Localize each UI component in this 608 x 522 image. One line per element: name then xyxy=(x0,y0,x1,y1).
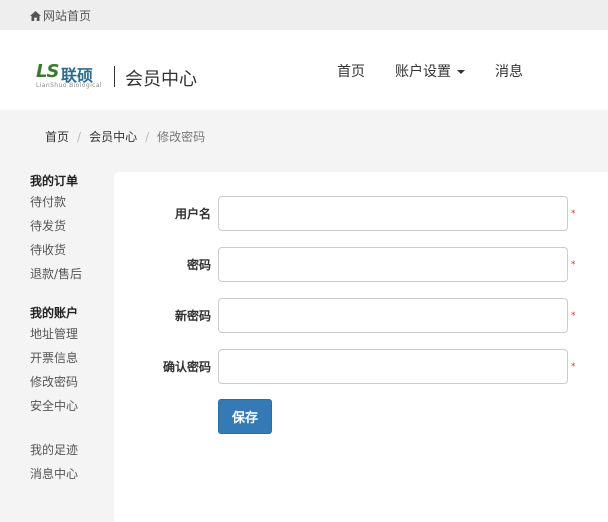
logo[interactable]: LS 联硕 LianShuo Biological xyxy=(36,61,106,89)
breadcrumb-current: 修改密码 xyxy=(157,130,206,144)
home-link[interactable]: 网站首页 xyxy=(30,7,91,24)
nav-home[interactable]: 首页 xyxy=(337,61,365,81)
required-mark: * xyxy=(571,260,576,270)
sidebar-item-change-password[interactable]: 修改密码 xyxy=(30,370,78,394)
required-mark: * xyxy=(571,209,576,219)
sidebar-group-account: 我的账户 地址管理 开票信息 修改密码 安全中心 xyxy=(30,304,78,418)
breadcrumb-member-center[interactable]: 会员中心 xyxy=(89,128,137,145)
header-divider xyxy=(114,66,115,87)
sidebar-item-message-center[interactable]: 消息中心 xyxy=(30,462,78,486)
breadcrumb: 首页 / 会员中心 / 修改密码 xyxy=(0,110,608,162)
required-mark: * xyxy=(571,362,576,372)
username-field[interactable] xyxy=(218,196,568,231)
username-label: 用户名 xyxy=(174,207,211,221)
sidebar-item-refunds[interactable]: 退款/售后 xyxy=(30,262,82,286)
required-mark: * xyxy=(571,311,576,321)
home-icon xyxy=(30,10,41,21)
new-password-field[interactable] xyxy=(218,298,568,333)
sidebar-item-pending-receipt[interactable]: 待收货 xyxy=(30,238,82,262)
sidebar-heading-account: 我的账户 xyxy=(30,306,79,320)
form-row-username: 用户名 * xyxy=(114,196,608,232)
nav-messages[interactable]: 消息 xyxy=(495,61,523,81)
form-row-confirm-password: 确认密码 * xyxy=(114,349,608,385)
page-title: 会员中心 xyxy=(125,69,197,90)
sidebar-item-invoice-info[interactable]: 开票信息 xyxy=(30,346,78,370)
new-password-label: 新密码 xyxy=(174,309,211,323)
sidebar: 我的订单 待付款 待发货 待收货 退款/售后 我的账户 地址管理 开票信息 修改… xyxy=(0,162,114,522)
sidebar-item-addresses[interactable]: 地址管理 xyxy=(30,322,78,346)
password-form-panel: 用户名 * 密码 * 新密码 * 确认密码 * 保存 xyxy=(114,172,608,522)
breadcrumb-separator: / xyxy=(145,129,150,144)
sidebar-item-pending-payment[interactable]: 待付款 xyxy=(30,190,82,214)
logo-subtitle: LianShuo Biological xyxy=(36,82,102,89)
nav-account-label: 账户设置 xyxy=(395,64,451,80)
confirm-password-label: 确认密码 xyxy=(162,360,211,374)
sidebar-heading-orders: 我的订单 xyxy=(30,174,79,188)
header: LS 联硕 LianShuo Biological 会员中心 首页 账户设置 消… xyxy=(0,30,608,110)
sidebar-item-security-center[interactable]: 安全中心 xyxy=(30,394,78,418)
sidebar-item-footprints[interactable]: 我的足迹 xyxy=(30,438,78,462)
confirm-password-field[interactable] xyxy=(218,349,568,384)
form-row-new-password: 新密码 * xyxy=(114,298,608,334)
password-label: 密码 xyxy=(186,258,211,272)
home-link-label: 网站首页 xyxy=(43,9,92,23)
save-button[interactable]: 保存 xyxy=(218,399,272,434)
password-field[interactable] xyxy=(218,247,568,282)
sidebar-item-pending-shipment[interactable]: 待发货 xyxy=(30,214,82,238)
breadcrumb-home[interactable]: 首页 xyxy=(45,128,69,145)
top-bar: 网站首页 xyxy=(0,0,608,30)
breadcrumb-separator: / xyxy=(77,129,82,144)
caret-down-icon xyxy=(457,70,465,74)
form-row-password: 密码 * xyxy=(114,247,608,283)
nav-account-settings[interactable]: 账户设置 xyxy=(395,61,465,81)
sidebar-group-misc: 我的足迹 消息中心 xyxy=(30,438,78,486)
sidebar-group-orders: 我的订单 待付款 待发货 待收货 退款/售后 xyxy=(30,172,82,286)
logo-mark: LS xyxy=(36,61,59,82)
